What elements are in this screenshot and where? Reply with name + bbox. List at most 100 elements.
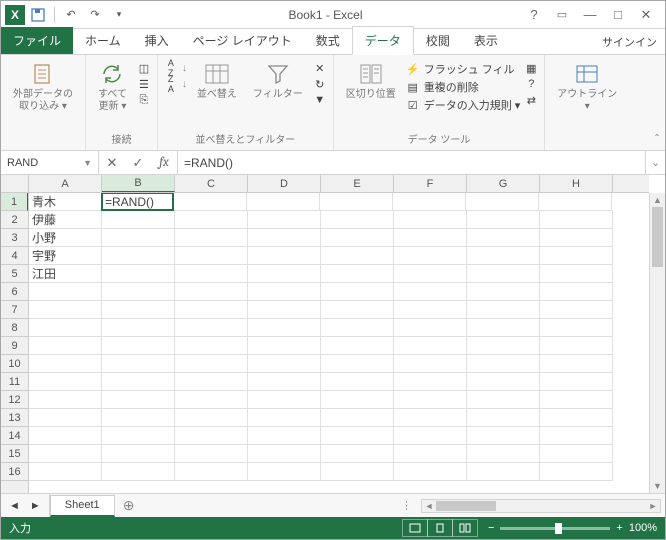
cell-D9[interactable] bbox=[248, 337, 321, 355]
new-sheet-button[interactable]: ⊕ bbox=[115, 494, 143, 517]
ribbon-display-button[interactable]: ▭ bbox=[549, 5, 575, 25]
cell-E10[interactable] bbox=[321, 355, 394, 373]
cell-F2[interactable] bbox=[394, 211, 467, 229]
cell-B1[interactable]: =RAND() bbox=[101, 193, 174, 211]
cell-A10[interactable] bbox=[29, 355, 102, 373]
row-header[interactable]: 13 bbox=[1, 409, 28, 427]
help-button[interactable]: ? bbox=[521, 5, 547, 25]
external-data-button[interactable]: 外部データの 取り込み ▾ bbox=[7, 59, 79, 115]
cell-G10[interactable] bbox=[467, 355, 540, 373]
cell-H7[interactable] bbox=[540, 301, 613, 319]
expand-formula-bar-icon[interactable]: ⌄ bbox=[645, 151, 665, 174]
cell-H14[interactable] bbox=[540, 427, 613, 445]
cell-G8[interactable] bbox=[467, 319, 540, 337]
remove-duplicates-button[interactable]: ▤重複の削除 bbox=[406, 79, 521, 95]
column-header[interactable]: H bbox=[540, 175, 613, 192]
cell-C13[interactable] bbox=[175, 409, 248, 427]
properties-button[interactable]: ☰ bbox=[137, 77, 151, 91]
tab-data[interactable]: データ bbox=[352, 26, 414, 55]
cell-E14[interactable] bbox=[321, 427, 394, 445]
cell-E7[interactable] bbox=[321, 301, 394, 319]
cell-E6[interactable] bbox=[321, 283, 394, 301]
zoom-out-button[interactable]: − bbox=[488, 522, 494, 534]
cell-D11[interactable] bbox=[248, 373, 321, 391]
cell-F8[interactable] bbox=[394, 319, 467, 337]
cell-C3[interactable] bbox=[175, 229, 248, 247]
tab-split-handle[interactable]: ⋮ bbox=[401, 499, 413, 512]
cell-E3[interactable] bbox=[321, 229, 394, 247]
relationships-button[interactable]: ⇄ bbox=[524, 93, 538, 107]
advanced-filter-button[interactable]: ▼ bbox=[313, 93, 327, 107]
cell-H6[interactable] bbox=[540, 283, 613, 301]
cell-H5[interactable] bbox=[540, 265, 613, 283]
name-box[interactable]: RAND▼ bbox=[1, 151, 99, 174]
column-header[interactable]: A bbox=[29, 175, 102, 192]
close-button[interactable]: ✕ bbox=[633, 5, 659, 25]
excel-icon[interactable]: X bbox=[5, 5, 25, 25]
cell-F4[interactable] bbox=[394, 247, 467, 265]
cell-B11[interactable] bbox=[102, 373, 175, 391]
cell-A11[interactable] bbox=[29, 373, 102, 391]
cell-B9[interactable] bbox=[102, 337, 175, 355]
tab-review[interactable]: 校閲 bbox=[414, 27, 462, 54]
cell-G7[interactable] bbox=[467, 301, 540, 319]
cell-B16[interactable] bbox=[102, 463, 175, 481]
cell-G2[interactable] bbox=[467, 211, 540, 229]
cell-F13[interactable] bbox=[394, 409, 467, 427]
whatif-button[interactable]: ? bbox=[524, 77, 538, 91]
cell-D13[interactable] bbox=[248, 409, 321, 427]
cell-C5[interactable] bbox=[175, 265, 248, 283]
row-header[interactable]: 2 bbox=[1, 211, 28, 229]
filter-button[interactable]: フィルター bbox=[247, 59, 309, 103]
cell-D16[interactable] bbox=[248, 463, 321, 481]
cell-C10[interactable] bbox=[175, 355, 248, 373]
cell-D1[interactable] bbox=[247, 193, 320, 211]
cell-E16[interactable] bbox=[321, 463, 394, 481]
cell-B2[interactable] bbox=[102, 211, 175, 229]
cell-H2[interactable] bbox=[540, 211, 613, 229]
row-header[interactable]: 7 bbox=[1, 301, 28, 319]
cell-G4[interactable] bbox=[467, 247, 540, 265]
cell-D15[interactable] bbox=[248, 445, 321, 463]
cell-A3[interactable]: 小野 bbox=[29, 229, 102, 247]
column-header[interactable]: C bbox=[175, 175, 248, 192]
cell-C9[interactable] bbox=[175, 337, 248, 355]
maximize-button[interactable]: □ bbox=[605, 5, 631, 25]
reapply-button[interactable]: ↻ bbox=[313, 77, 327, 91]
cell-H1[interactable] bbox=[539, 193, 612, 211]
cell-F1[interactable] bbox=[393, 193, 466, 211]
row-header[interactable]: 15 bbox=[1, 445, 28, 463]
cell-G16[interactable] bbox=[467, 463, 540, 481]
cell-A5[interactable]: 江田 bbox=[29, 265, 102, 283]
cell-C11[interactable] bbox=[175, 373, 248, 391]
sort-az-button[interactable]: AZ↓ bbox=[164, 61, 187, 75]
cell-A9[interactable] bbox=[29, 337, 102, 355]
cell-E9[interactable] bbox=[321, 337, 394, 355]
cell-B12[interactable] bbox=[102, 391, 175, 409]
cell-A13[interactable] bbox=[29, 409, 102, 427]
edit-links-button[interactable]: ⎘ bbox=[137, 93, 151, 107]
cell-C2[interactable] bbox=[175, 211, 248, 229]
cell-D6[interactable] bbox=[248, 283, 321, 301]
save-icon[interactable] bbox=[27, 4, 49, 26]
cell-G5[interactable] bbox=[467, 265, 540, 283]
text-to-columns-button[interactable]: 区切り位置 bbox=[340, 59, 402, 103]
cell-F14[interactable] bbox=[394, 427, 467, 445]
cell-H16[interactable] bbox=[540, 463, 613, 481]
column-header[interactable]: B bbox=[102, 175, 175, 192]
cell-C16[interactable] bbox=[175, 463, 248, 481]
tab-page-layout[interactable]: ページ レイアウト bbox=[181, 27, 304, 54]
select-all-corner[interactable] bbox=[1, 175, 29, 193]
cell-B4[interactable] bbox=[102, 247, 175, 265]
cell-A4[interactable]: 宇野 bbox=[29, 247, 102, 265]
cell-H10[interactable] bbox=[540, 355, 613, 373]
horizontal-scrollbar[interactable]: ◄ ► bbox=[421, 499, 661, 513]
insert-function-button[interactable]: fx bbox=[151, 155, 177, 170]
cell-F10[interactable] bbox=[394, 355, 467, 373]
cell-A16[interactable] bbox=[29, 463, 102, 481]
sign-in-link[interactable]: サインイン bbox=[602, 34, 657, 50]
cell-C8[interactable] bbox=[175, 319, 248, 337]
cell-E5[interactable] bbox=[321, 265, 394, 283]
cell-C12[interactable] bbox=[175, 391, 248, 409]
vertical-scrollbar[interactable]: ▲ ▼ bbox=[649, 193, 665, 493]
